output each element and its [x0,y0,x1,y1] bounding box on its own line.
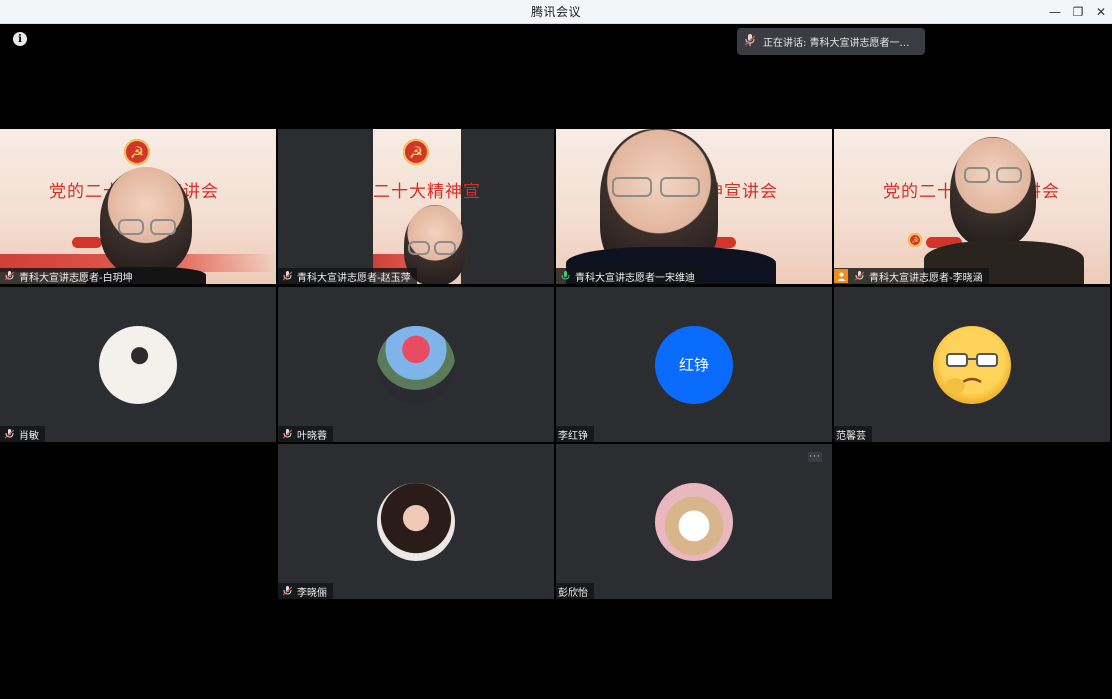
glasses-shape [118,219,144,235]
participant-label: 范馨芸 [834,426,872,442]
avatar [933,325,1011,404]
participant-name: 青科大宣讲志愿者一宋维迪 [575,272,695,284]
glasses-shape [964,167,990,183]
glasses-shape [434,241,456,255]
participant-name: 青科大宣讲志愿者-赵玉萍 [297,272,411,284]
party-emblem-icon: ☭ [124,139,150,165]
microphone-muted-icon [282,271,292,281]
window-title: 腾讯会议 [530,5,581,19]
participant-tile-1[interactable]: ☭ 党的二十 宣讲会 青科大宣讲志愿者-白玥坤 [0,129,276,284]
participant-tile-9[interactable]: 李晓俪 [278,444,554,599]
participant-tile-5[interactable]: 肖敏 [0,287,276,442]
participant-tile-8[interactable]: 范馨芸 [834,287,1110,442]
participant-label: 青科大宣讲志愿者一宋维迪 [556,268,701,284]
slide-headline: 党的二十 [883,182,955,202]
speaking-text: 正在讲话: 青科大宣讲志愿者一… [763,38,910,49]
participant-video [100,167,192,275]
party-emblem-icon: ☭ [403,139,429,165]
participant-label: 彭欣怡 [556,583,594,599]
info-icon[interactable]: i [13,32,27,46]
participant-tile-7[interactable]: 红铮 李红铮 [556,287,832,442]
glasses-shape [996,167,1022,183]
avatar-initials: 红铮 [678,356,709,374]
slide-badge [72,237,102,248]
participant-video [950,137,1036,247]
participant-label: 青科大宣讲志愿者-赵玉萍 [278,268,417,284]
microphone-muted-icon [4,429,14,439]
participant-name: 青科大宣讲志愿者-李晓涵 [869,272,983,284]
avatar [377,482,455,561]
participant-name: 叶晓蓉 [297,430,327,442]
glasses-shape [660,177,700,197]
microphone-muted-icon [282,429,292,439]
participant-label: 叶晓蓉 [278,426,333,442]
participant-tile-6[interactable]: 叶晓蓉 [278,287,554,442]
microphone-active-icon [560,271,570,281]
participant-tile-10[interactable]: ··· 彭欣怡 [556,444,832,599]
participant-name: 范馨芸 [836,430,866,442]
participant-label: 肖敏 [0,426,45,442]
party-emblem-icon: ☭ [908,233,922,247]
glasses-shape [612,177,652,197]
participant-tile-3[interactable]: 神宣讲会 青科大宣讲志愿者一宋维迪 [556,129,832,284]
participant-name: 李晓俪 [297,587,327,599]
participant-label: 青科大宣讲志愿者-李晓涵 [834,268,989,284]
participant-label: 李红铮 [556,426,594,442]
participant-label: 李晓俪 [278,583,333,599]
maximize-icon: ❐ [1072,4,1084,19]
participant-label: 青科大宣讲志愿者-白玥坤 [0,268,139,284]
glasses-shape [150,219,176,235]
participant-tile-2[interactable]: ☭ 二十大精神宣 青科大宣讲志愿者-赵玉萍 [278,129,554,284]
slide-headline: 二十大精神宣 [373,182,481,202]
minimize-icon: — [1049,4,1061,19]
microphone-muted-icon [282,586,292,596]
microphone-muted-icon [854,271,864,281]
avatar: 红铮 [655,325,733,404]
avatar [655,482,733,561]
participant-name: 青科大宣讲志愿者-白玥坤 [19,272,133,284]
more-button[interactable]: ··· [808,452,822,462]
avatar [377,325,455,404]
more-icon: ··· [809,452,821,462]
microphone-active-icon [744,34,756,49]
participant-tile-4[interactable]: 党的二十 讲会 ☭ 青科大宣讲志愿者-李晓涵 [834,129,1110,284]
avatar [99,325,177,404]
user-icon [834,269,848,283]
glasses-shape [408,241,430,255]
close-icon: ✕ [1095,4,1107,19]
microphone-muted-icon [4,271,14,281]
speaking-indicator: 正在讲话: 青科大宣讲志愿者一… [737,28,925,55]
window-titlebar: 腾讯会议 — ❐ ✕ [0,0,1112,24]
participant-name: 肖敏 [19,430,39,442]
close-button[interactable]: ✕ [1088,0,1112,23]
participant-name: 彭欣怡 [558,587,588,599]
participant-name: 李红铮 [558,430,588,442]
